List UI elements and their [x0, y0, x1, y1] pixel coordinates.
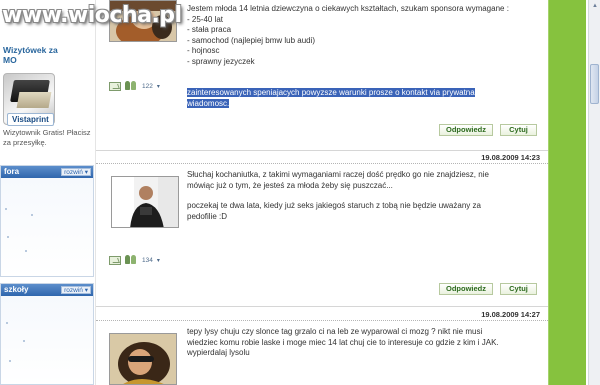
expand-toggle[interactable]: rozwiń ▾ [61, 168, 91, 176]
highlighted-line: zainteresowanych speniajacych powyzsze w… [187, 88, 475, 97]
quote-button[interactable]: Cytuj [500, 283, 537, 295]
friends-icon[interactable] [125, 81, 138, 91]
vertical-scrollbar[interactable]: ▲ [588, 0, 600, 385]
post-line: - sprawny jezyczek [187, 56, 255, 66]
post-date: 19.08.2009 14:23 [481, 153, 540, 162]
message-icon[interactable] [109, 81, 121, 91]
view-count: 122 [142, 82, 153, 90]
friends-icon[interactable] [125, 255, 138, 265]
panel-fora: fora rozwiń ▾ [0, 165, 94, 277]
post-meta: 122 ▾ [109, 80, 160, 92]
promo-description[interactable]: Wizytownik Gratis! Płacisz za przesyłkę. [3, 128, 93, 148]
left-sidebar: Wizytówek za MO Vistaprint Wizytownik Gr… [0, 0, 96, 385]
post-line: - 25-40 lat [187, 14, 224, 24]
forum-post: tepy lysy chuju czy slonce tag grzalo ci… [96, 323, 548, 385]
post-line: - stała praca [187, 25, 232, 35]
promo-title-line2[interactable]: MO [3, 55, 58, 65]
promo-title-line1[interactable]: Wizytówek za [3, 45, 58, 55]
post-line: - samochod (najlepiej bmw lub audi) [187, 35, 316, 45]
quote-button[interactable]: Cytuj [500, 124, 537, 136]
panel-header: szkoły rozwiń ▾ [1, 284, 93, 296]
decorative-green-sidebar [548, 0, 586, 385]
forum-thread: Jestem młoda 14 letnia dziewczyna o ciek… [96, 0, 548, 385]
panel-title: fora [4, 167, 20, 176]
post-line: Jestem młoda 14 letnia dziewczyna o ciek… [187, 4, 509, 13]
view-count: 134 [142, 256, 153, 264]
post-meta: 134 ▾ [109, 254, 160, 266]
reply-button[interactable]: Odpowiedz [439, 124, 493, 136]
post-line: mówiąc już o tym, że jesteś za młoda żeb… [187, 180, 393, 190]
promo-title[interactable]: Wizytówek za MO [3, 45, 58, 65]
reply-button[interactable]: Odpowiedz [439, 283, 493, 295]
post-body: tepy lysy chuju czy slonce tag grzalo ci… [187, 327, 537, 359]
user-avatar[interactable] [111, 176, 179, 228]
message-icon[interactable] [109, 255, 121, 265]
post-date: 19.08.2009 14:27 [481, 310, 540, 319]
post-body: Słuchaj kochaniutka, z takimi wymaganiam… [187, 170, 537, 222]
panel-body [1, 296, 93, 384]
vistaprint-logo[interactable]: Vistaprint [7, 113, 54, 126]
post-line: wiedziec komu robie laske i moge miec 14… [187, 337, 499, 347]
watermark-logo: www.wiocha.pl [2, 3, 182, 28]
panel-title: szkoły [4, 285, 29, 294]
scroll-up-icon[interactable]: ▲ [591, 2, 599, 10]
post-body: Jestem młoda 14 letnia dziewczyna o ciek… [187, 4, 537, 68]
highlighted-line: wiadomosc. [187, 98, 230, 108]
chevron-down-icon[interactable]: ▾ [157, 83, 160, 90]
post-line: - hojnosc [187, 46, 220, 56]
post-line: poczekaj te dwa lata, kiedy już seks jak… [187, 201, 481, 211]
panel-szkoly: szkoły rozwiń ▾ [0, 283, 94, 385]
post-line: pedofilie :D [187, 211, 228, 221]
scroll-thumb[interactable] [590, 64, 599, 104]
user-avatar[interactable] [109, 333, 177, 385]
forum-post: Słuchaj kochaniutka, z takimi wymaganiam… [96, 166, 548, 306]
expand-toggle[interactable]: rozwiń ▾ [61, 286, 91, 294]
panel-header: fora rozwiń ▾ [1, 166, 93, 178]
post-line: Słuchaj kochaniutka, z takimi wymaganiam… [187, 170, 489, 179]
post-line: wypierdalaj lysolu [187, 348, 250, 358]
selected-text: zainteresowanych speniajacych powyzsze w… [187, 88, 537, 109]
post-line: tepy lysy chuju czy slonce tag grzalo ci… [187, 327, 483, 336]
chevron-down-icon[interactable]: ▾ [157, 257, 160, 264]
panel-body [1, 178, 93, 276]
